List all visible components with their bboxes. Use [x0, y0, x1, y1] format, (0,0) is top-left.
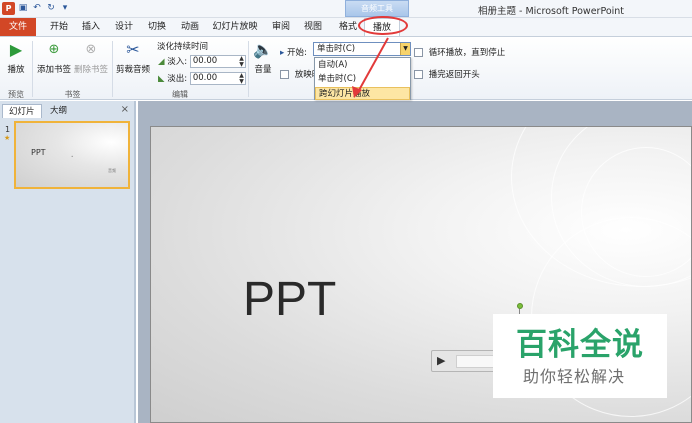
fade-in-label: 淡入:	[167, 57, 188, 67]
loop-row[interactable]: 循环播放，直到停止	[414, 46, 505, 58]
dropdown-option-on-click[interactable]: 单击时(C)	[315, 73, 410, 86]
remove-bookmark-button[interactable]: ⊗ 删除书签	[73, 39, 109, 75]
tab-insert[interactable]: 插入	[76, 18, 106, 36]
tab-home[interactable]: 开始	[44, 18, 74, 36]
play-button-label: 播放	[7, 65, 25, 75]
fade-out-label: 淡出:	[167, 74, 188, 84]
hide-during-show-checkbox[interactable]	[280, 70, 289, 79]
fade-out-row: ◣ 淡出: 00.00 ▲ ▼	[158, 72, 246, 85]
customize-quick-access-icon[interactable]: ▾	[60, 3, 70, 14]
spin-arrows-icon[interactable]: ▲ ▼	[239, 73, 244, 85]
document-title: 相册主题 - Microsoft PowerPoint	[478, 6, 625, 17]
tab-view[interactable]: 视图	[298, 18, 328, 36]
fade-in-icon: ◢	[158, 57, 165, 67]
dropdown-option-automatic[interactable]: 自动(A)	[315, 59, 410, 72]
fade-in-value: 00.00	[192, 56, 218, 66]
thumbnail-media-dot: •	[71, 154, 74, 159]
save-icon[interactable]: ▣	[18, 3, 28, 14]
tab-review[interactable]: 审阅	[266, 18, 296, 36]
close-icon[interactable]: ×	[121, 104, 129, 115]
start-select[interactable]: 单击时(C) ▼	[313, 42, 411, 56]
tab-transitions[interactable]: 切换	[142, 18, 172, 36]
loop-checkbox[interactable]	[414, 48, 423, 57]
annotation-circle	[358, 16, 408, 35]
start-row: ▸ 开始:	[280, 46, 307, 58]
trim-audio-icon: ✂	[126, 40, 140, 59]
group-label-preview: 预览	[8, 90, 24, 99]
play-icon[interactable]: ▶	[437, 354, 445, 367]
rewind-checkbox[interactable]	[414, 70, 423, 79]
powerpoint-app-icon[interactable]: P	[2, 2, 15, 15]
redo-icon[interactable]: ↻	[46, 3, 56, 14]
watermark-subtitle: 助你轻松解决	[523, 367, 626, 386]
animation-star-icon: ★	[4, 134, 11, 142]
undo-icon[interactable]: ↶	[32, 3, 42, 14]
volume-button[interactable]: 🔈 音量	[251, 39, 275, 75]
group-label-bookmarks: 书签	[64, 90, 81, 99]
loop-label: 循环播放，直到停止	[428, 48, 506, 58]
volume-icon: 🔈	[253, 40, 273, 59]
group-divider	[32, 41, 33, 97]
group-divider	[112, 41, 113, 97]
dropdown-option-play-across-slides[interactable]: 跨幻灯片播放	[315, 87, 410, 100]
fade-in-input[interactable]: 00.00 ▲ ▼	[189, 55, 246, 68]
rewind-label: 播完返回开头	[428, 70, 480, 80]
tab-design[interactable]: 设计	[109, 18, 139, 36]
tab-slides-pane[interactable]: 幻灯片	[2, 104, 42, 118]
watermark-title: 百科全说	[516, 327, 644, 363]
tab-animations[interactable]: 动画	[175, 18, 205, 36]
chevron-down-icon[interactable]: ▼	[400, 43, 410, 55]
tab-outline-pane[interactable]: 大纲	[44, 104, 73, 118]
group-label-editing: 编辑	[172, 90, 188, 99]
remove-bookmark-label: 删除书签	[73, 65, 108, 75]
slide-title[interactable]: PPT	[243, 276, 336, 324]
title-bar: P ▣ ↶ ↻ ▾ 音频工具 相册主题 - Microsoft PowerPoi…	[0, 0, 692, 18]
remove-bookmark-icon: ⊗	[85, 42, 97, 57]
start-icon: ▸	[280, 48, 285, 58]
add-bookmark-button[interactable]: ⊕ 添加书签	[36, 39, 72, 75]
play-icon: ▶	[9, 40, 23, 59]
start-label: 开始:	[286, 48, 307, 58]
thumbnail-title: PPT	[31, 148, 46, 157]
fade-out-value: 00.00	[192, 73, 218, 83]
slide-thumbnail[interactable]: PPT • 音频	[14, 121, 130, 189]
fade-out-icon: ◣	[158, 74, 165, 84]
fade-out-input[interactable]: 00.00 ▲ ▼	[189, 72, 246, 85]
volume-label: 音量	[254, 65, 272, 75]
start-select-value: 单击时(C)	[317, 44, 356, 54]
spin-arrows-icon[interactable]: ▲ ▼	[239, 56, 244, 68]
slides-pane: 幻灯片 大纲 × 1 ★ PPT • 音频	[0, 101, 136, 423]
fade-in-row: ◢ 淡入: 00.00 ▲ ▼	[158, 55, 246, 68]
ribbon-tabs: 文件 开始 插入 设计 切换 动画 幻灯片放映 审阅 视图 格式 播放	[0, 18, 692, 36]
media-anchor-icon[interactable]	[517, 303, 523, 309]
trim-audio-label: 剪裁音频	[115, 65, 150, 75]
tab-slideshow[interactable]: 幻灯片放映	[209, 18, 261, 36]
fade-duration-title: 淡化持续时间	[157, 42, 209, 52]
play-button[interactable]: ▶ 播放	[4, 39, 28, 75]
audio-player-control[interactable]: ▶	[431, 350, 501, 372]
thumbnail-media-label: 音频	[108, 168, 116, 173]
tab-file[interactable]: 文件	[0, 18, 36, 36]
add-bookmark-icon: ⊕	[48, 42, 60, 57]
trim-audio-button[interactable]: ✂ 剪裁音频	[115, 39, 151, 75]
group-divider	[248, 41, 249, 97]
rewind-row[interactable]: 播完返回开头	[414, 68, 480, 80]
add-bookmark-label: 添加书签	[36, 65, 71, 75]
start-dropdown-menu: 自动(A) 单击时(C) 跨幻灯片播放	[314, 57, 411, 100]
slide-number: 1	[5, 125, 11, 134]
audio-tools-context-label: 音频工具	[345, 0, 409, 17]
